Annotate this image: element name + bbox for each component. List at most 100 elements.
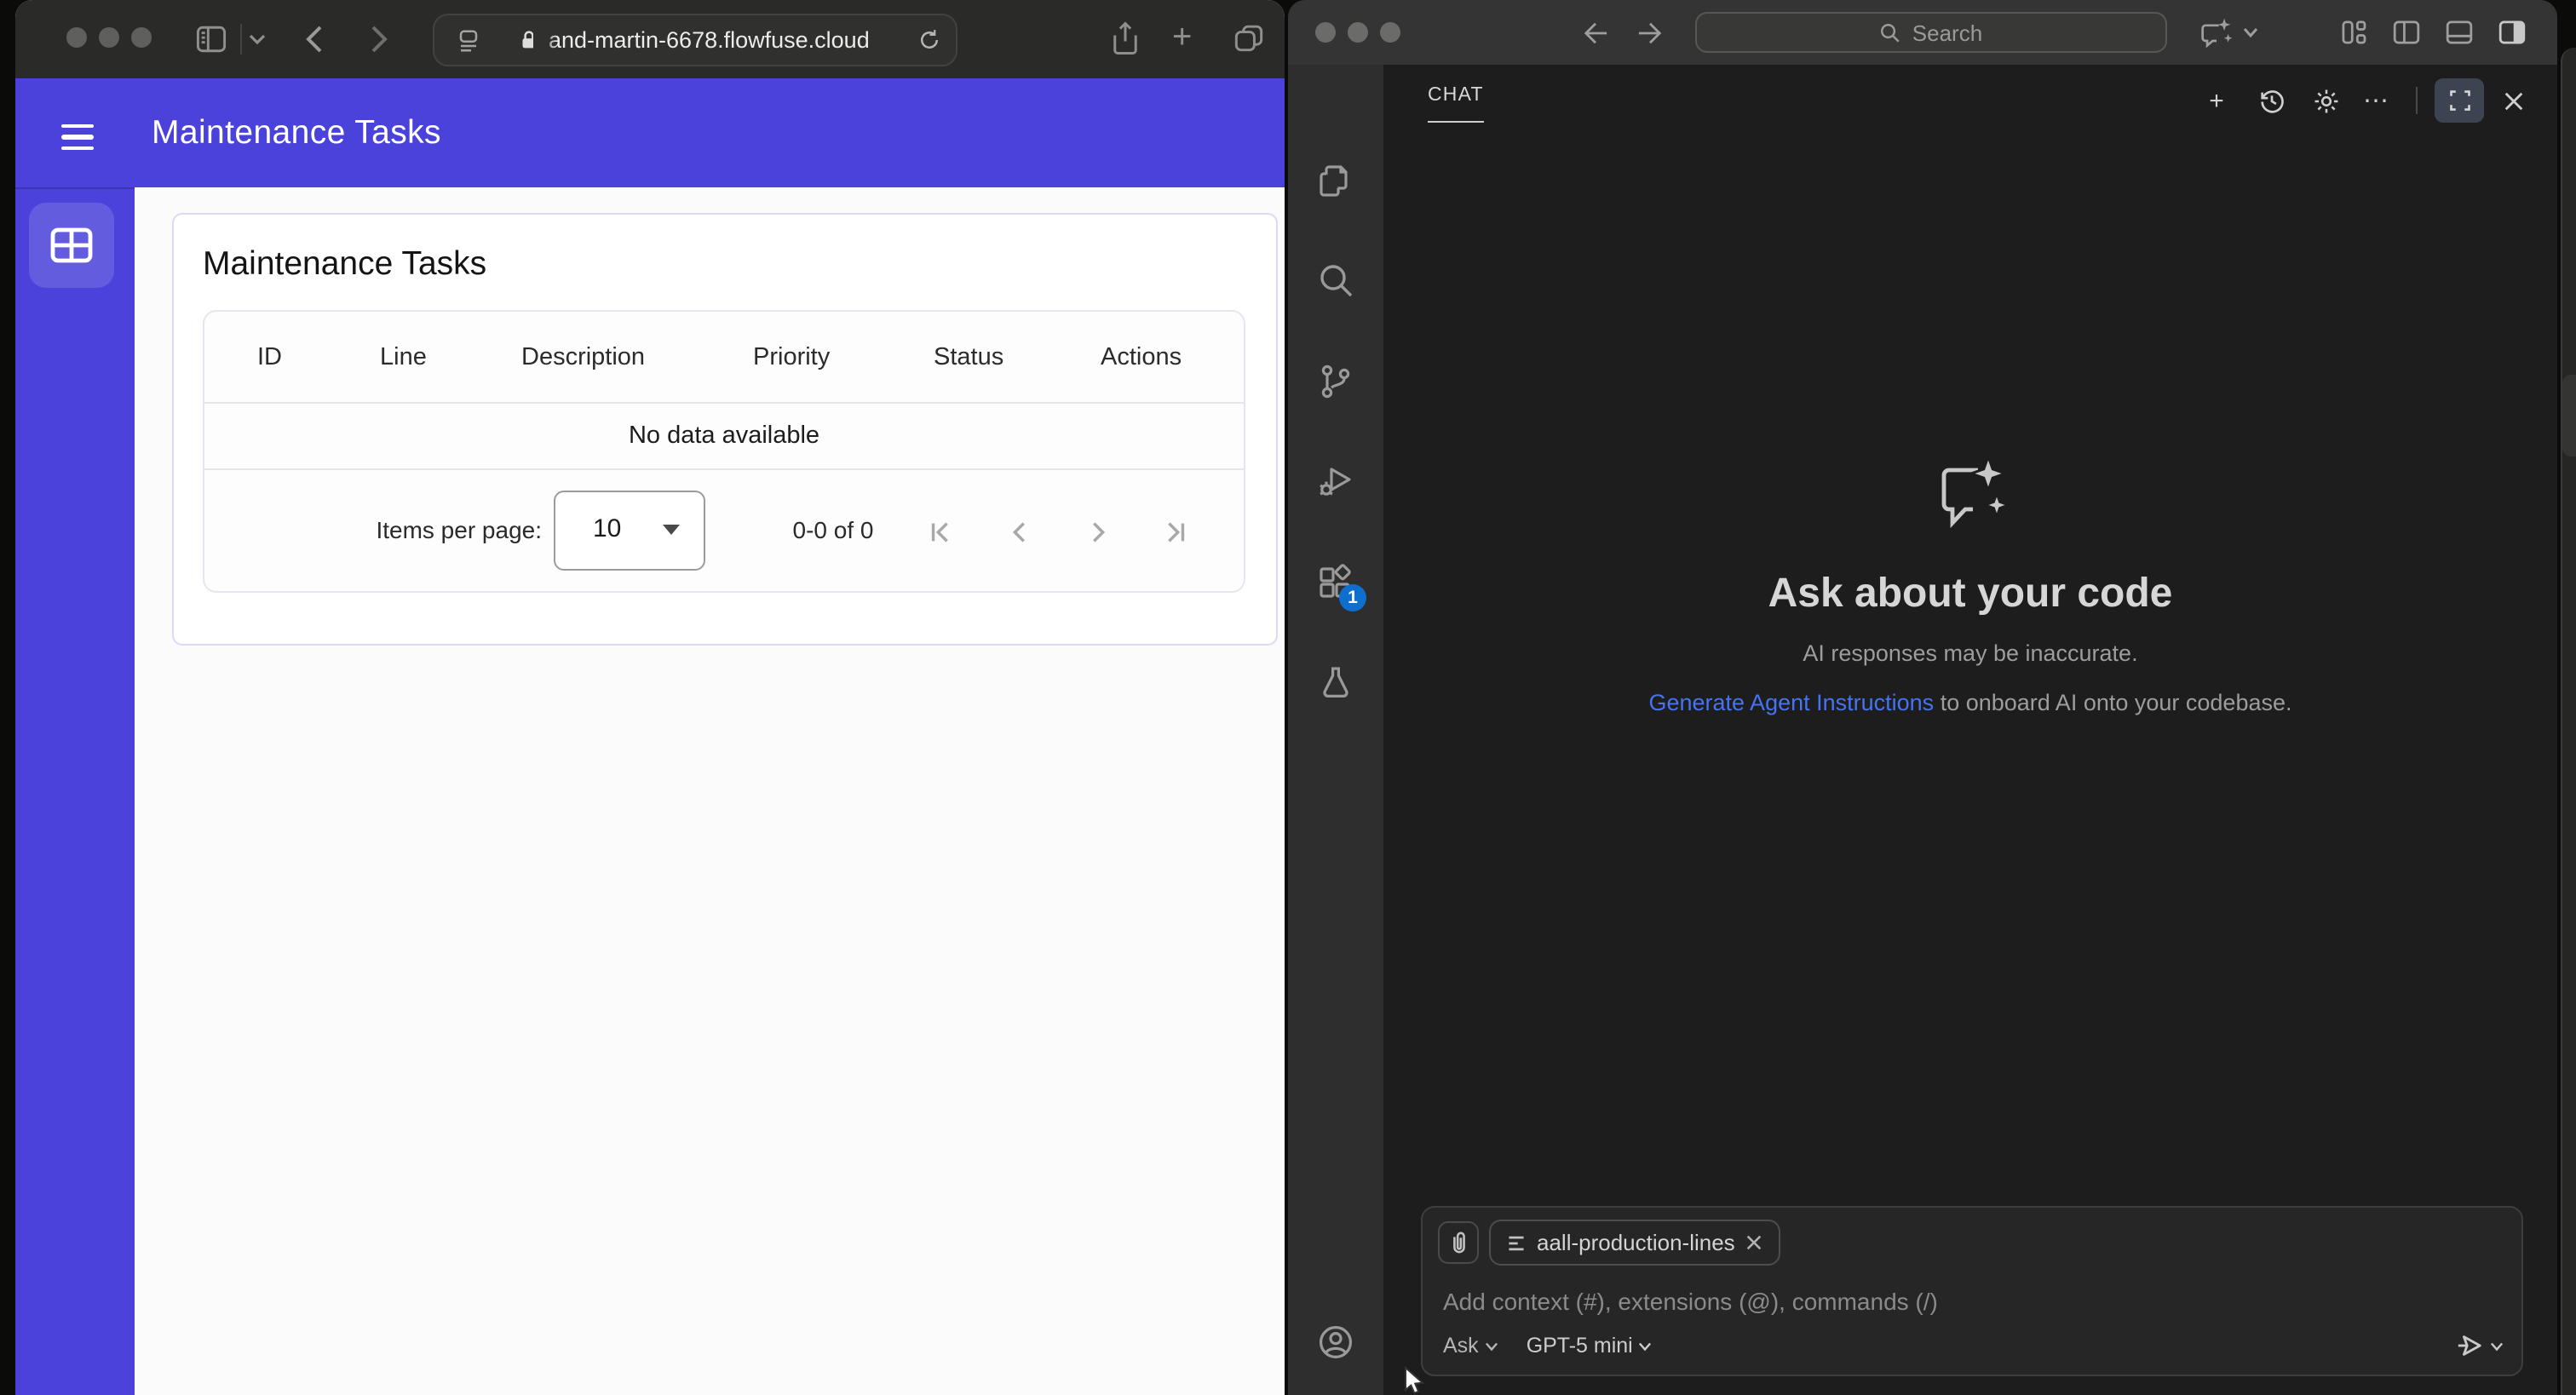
forward-button[interactable]	[366, 22, 390, 56]
table-footer: Items per page: 10 0-0 of 0	[204, 470, 1244, 591]
file-lines-icon	[1506, 1232, 1527, 1253]
go-forward-icon[interactable]	[1629, 12, 1670, 53]
chat-sparkle-icon	[1926, 453, 2015, 531]
vscode-window: Search 1 CHAT + ⋯ Ask about your code AI…	[1288, 0, 2557, 1395]
context-chip-label: aall-production-lines	[1537, 1230, 1735, 1255]
account-icon[interactable]	[1315, 1322, 1356, 1363]
zoom-window-button[interactable]	[1380, 22, 1400, 43]
column-header-priority[interactable]: Priority	[753, 343, 934, 370]
page-settings-icon[interactable]	[453, 26, 484, 56]
back-button[interactable]	[303, 22, 327, 56]
column-header-actions[interactable]: Actions	[1101, 343, 1244, 370]
command-center-search[interactable]: Search	[1695, 12, 2167, 53]
search-icon	[1880, 21, 1902, 43]
testing-icon[interactable]	[1315, 663, 1356, 703]
model-label: GPT-5 mini	[1526, 1334, 1633, 1358]
card-title: Maintenance Tasks	[203, 245, 487, 283]
items-per-page-label: Items per page:	[376, 516, 542, 543]
explorer-icon[interactable]	[1315, 160, 1356, 201]
zoom-window-button[interactable]	[131, 27, 152, 48]
column-header-status[interactable]: Status	[934, 343, 1101, 370]
select-caret-icon	[663, 525, 680, 535]
empty-state-link-row: Generate Agent Instructions to onboard A…	[1383, 690, 2557, 715]
mouse-cursor	[1404, 1366, 1428, 1395]
remove-context-icon[interactable]	[1745, 1233, 1764, 1252]
reload-icon[interactable]	[917, 27, 942, 53]
chevron-down-icon	[2490, 1341, 2504, 1351]
desktop: and-martin-6678.flowfuse.cloud + Mainten…	[0, 0, 2576, 1395]
chevron-down-icon	[1639, 1341, 1652, 1351]
run-debug-icon[interactable]	[1315, 462, 1356, 502]
app-header: Maintenance Tasks	[15, 78, 1285, 187]
customize-layout-icon[interactable]	[2332, 12, 2373, 53]
vscode-titlebar: Search	[1288, 0, 2557, 65]
items-per-page-value: 10	[593, 514, 622, 543]
generate-agent-instructions-link[interactable]: Generate Agent Instructions	[1648, 690, 1934, 715]
activity-bar: 1	[1288, 65, 1383, 1395]
empty-table-message: No data available	[204, 404, 1244, 470]
table-header-row: ID Line Description Priority Status Acti…	[204, 312, 1244, 404]
tab-chat[interactable]: CHAT	[1428, 85, 1484, 123]
empty-state-subtitle: AI responses may be inaccurate.	[1803, 640, 2138, 666]
safari-toolbar: and-martin-6678.flowfuse.cloud +	[15, 0, 1285, 78]
new-chat-icon[interactable]: +	[2198, 82, 2235, 119]
maximize-panel-button[interactable]	[2435, 78, 2484, 123]
url-text[interactable]: and-martin-6678.flowfuse.cloud	[549, 15, 870, 65]
toggle-panel-icon[interactable]	[2438, 12, 2479, 53]
toggle-secondary-sidebar-icon[interactable]	[2491, 12, 2532, 53]
app-sidebar	[15, 187, 135, 1395]
page-title: Maintenance Tasks	[152, 114, 441, 152]
empty-state-title: Ask about your code	[1768, 571, 2173, 617]
column-header-line[interactable]: Line	[380, 343, 521, 370]
copilot-icon[interactable]	[2196, 12, 2237, 53]
link-suffix-text: to onboard AI onto your codebase.	[1934, 690, 2292, 715]
minimize-window-button[interactable]	[99, 27, 119, 48]
close-panel-icon[interactable]	[2494, 82, 2532, 119]
table-grid-icon	[49, 227, 94, 264]
toggle-primary-sidebar-icon[interactable]	[2385, 12, 2426, 53]
chat-empty-state: Ask about your code AI responses may be …	[1383, 453, 2557, 715]
extensions-badge: 1	[1339, 584, 1366, 611]
url-fade	[533, 17, 557, 63]
paperclip-icon	[1447, 1230, 1469, 1255]
address-bar[interactable]: and-martin-6678.flowfuse.cloud	[433, 14, 957, 66]
sidebar-toggle-icon[interactable]	[193, 20, 230, 58]
column-header-description[interactable]: Description	[521, 343, 753, 370]
last-page-button[interactable]	[1153, 511, 1194, 552]
close-window-button[interactable]	[66, 27, 87, 48]
chat-input-placeholder[interactable]: Add context (#), extensions (@), command…	[1443, 1288, 1938, 1315]
column-header-id[interactable]: ID	[257, 343, 380, 370]
chevron-down-icon[interactable]	[2237, 12, 2264, 53]
safari-window: and-martin-6678.flowfuse.cloud + Mainten…	[15, 0, 1285, 1395]
chat-input-box[interactable]: aall-production-lines Add context (#), e…	[1421, 1206, 2523, 1376]
previous-page-button[interactable]	[998, 511, 1039, 552]
toolbar-divider	[240, 24, 242, 55]
model-picker[interactable]: GPT-5 mini	[1527, 1334, 1653, 1358]
tab-overview-icon[interactable]	[1230, 19, 1268, 56]
send-button[interactable]	[2455, 1332, 2504, 1359]
source-control-icon[interactable]	[1315, 361, 1356, 402]
background-window-notch	[2562, 375, 2576, 456]
menu-icon[interactable]	[61, 118, 94, 157]
app-content: Maintenance Tasks ID Line Description Pr…	[135, 187, 1285, 1395]
more-actions-icon[interactable]: ⋯	[2358, 82, 2395, 119]
chat-settings-gear-icon[interactable]	[2307, 82, 2344, 119]
attach-context-button[interactable]	[1438, 1221, 1479, 1264]
minimize-window-button[interactable]	[1348, 22, 1368, 43]
header-divider	[2416, 87, 2418, 114]
close-window-button[interactable]	[1315, 22, 1336, 43]
share-icon[interactable]	[1107, 19, 1143, 58]
history-icon[interactable]	[2252, 82, 2290, 119]
new-tab-icon[interactable]: +	[1172, 20, 1192, 55]
chevron-down-icon[interactable]	[247, 31, 267, 48]
extensions-icon[interactable]: 1	[1315, 562, 1366, 611]
go-back-icon[interactable]	[1574, 12, 1615, 53]
context-chip[interactable]: aall-production-lines	[1489, 1220, 1781, 1266]
maintenance-tasks-card: Maintenance Tasks ID Line Description Pr…	[172, 213, 1278, 646]
search-icon[interactable]	[1315, 261, 1356, 301]
items-per-page-select[interactable]: 10	[554, 491, 705, 571]
next-page-button[interactable]	[1077, 511, 1118, 552]
sidebar-item-tables[interactable]	[29, 203, 114, 288]
mode-picker[interactable]: Ask	[1443, 1334, 1499, 1358]
first-page-button[interactable]	[920, 511, 961, 552]
